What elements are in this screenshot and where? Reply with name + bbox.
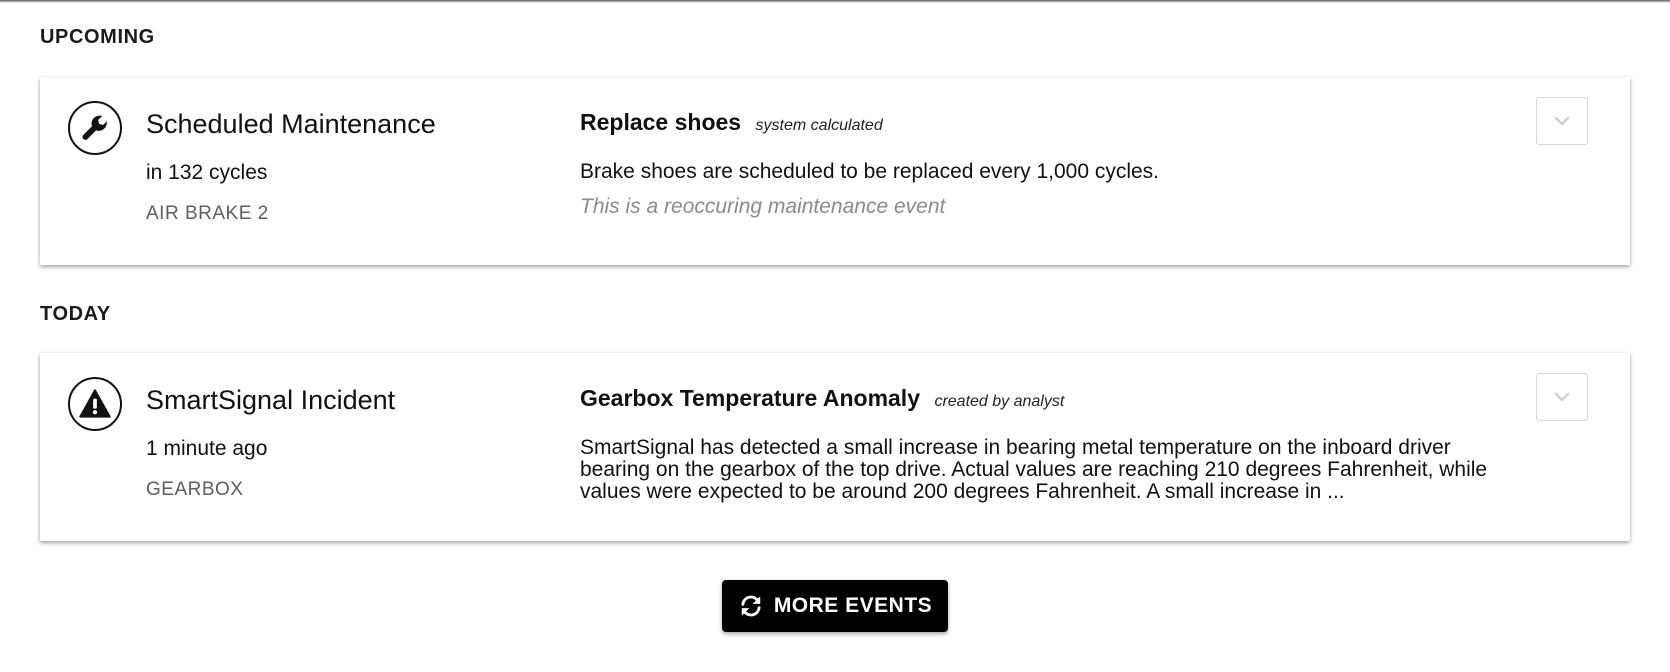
event-card-scheduled-maintenance[interactable]: Scheduled Maintenance in 132 cycles AIR … [40,77,1630,265]
section-heading-today: TODAY [40,303,111,325]
top-shadow [0,0,1670,3]
refresh-icon [741,595,761,617]
section-heading-upcoming: UPCOMING [40,26,155,48]
wrench-icon [68,101,122,155]
more-events-button[interactable]: MORE EVENTS [722,580,948,632]
event-time: 1 minute ago [146,437,268,460]
event-title-row: Replace shoes system calculated [580,109,883,136]
event-card-smartsignal-incident[interactable]: SmartSignal Incident 1 minute ago GEARBO… [40,353,1630,541]
event-title: Replace shoes [580,109,742,135]
event-type: SmartSignal Incident [146,385,396,415]
event-source: system calculated [755,117,883,134]
event-description: Brake shoes are scheduled to be replaced… [580,160,1160,183]
more-events-label: MORE EVENTS [773,594,933,617]
expand-button[interactable] [1536,97,1588,145]
event-source: created by analyst [934,393,1065,410]
warning-icon [68,377,122,431]
event-time: in 132 cycles [146,161,268,184]
event-title-row: Gearbox Temperature Anomaly created by a… [580,385,1064,412]
expand-button[interactable] [1536,373,1588,421]
chevron-down-icon [1554,116,1570,126]
event-title: Gearbox Temperature Anomaly [580,385,920,411]
chevron-down-icon [1554,392,1570,402]
event-type: Scheduled Maintenance [146,109,436,139]
event-asset: GEARBOX [146,479,244,500]
event-note: This is a reoccuring maintenance event [580,195,946,218]
event-asset: AIR BRAKE 2 [146,203,269,224]
event-description: SmartSignal has detected a small increas… [580,436,1488,503]
